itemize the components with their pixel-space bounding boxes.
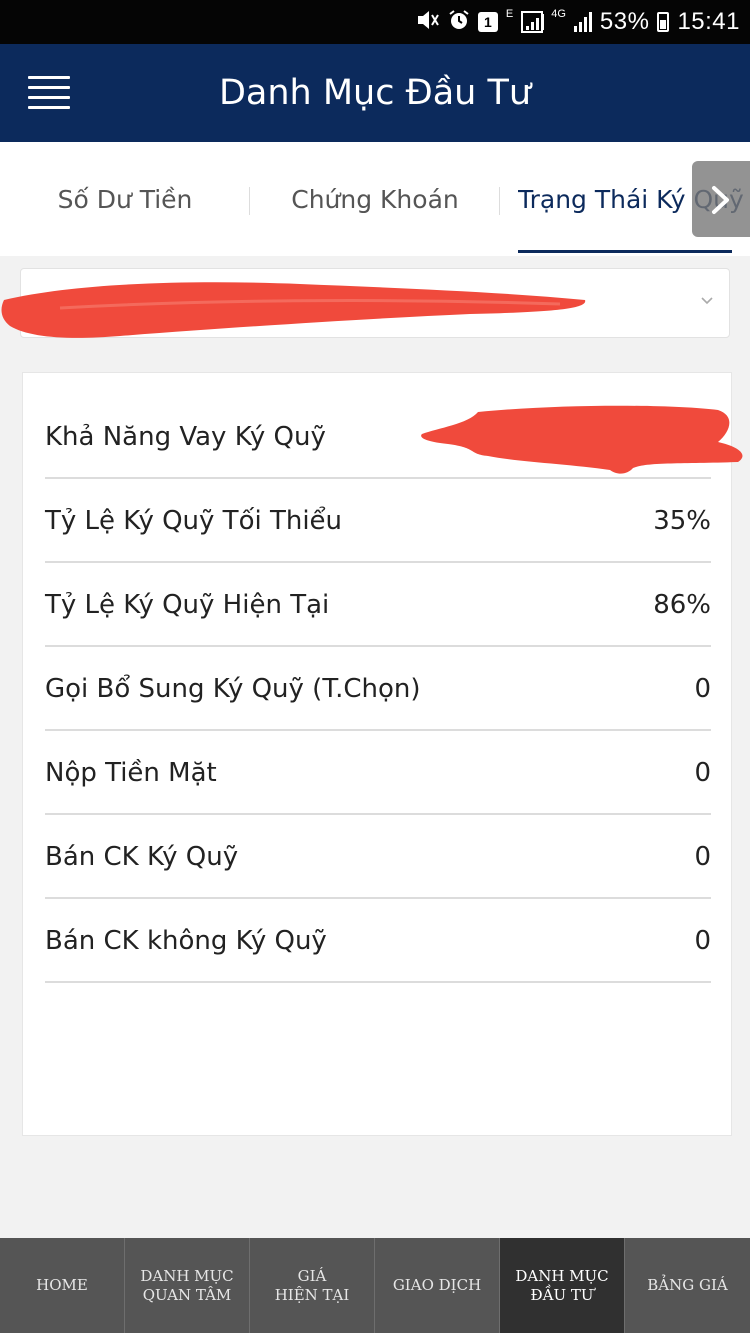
row-value: 35%: [653, 506, 711, 536]
row-label: Bán CK không Ký Quỹ: [45, 926, 327, 956]
redaction-mark: [1, 282, 586, 338]
nav-label: DANH MỤC: [140, 1266, 234, 1285]
nav-label: GIAO DỊCH: [392, 1276, 482, 1294]
row-value: 0: [694, 926, 711, 956]
signal-2-icon: [573, 12, 592, 32]
chevron-right-icon: [712, 186, 729, 214]
row-min-margin-ratio: Tỷ Lệ Ký Quỹ Tối Thiểu 35%: [45, 479, 711, 563]
nav-label: DANH MỤC: [515, 1266, 609, 1285]
clock-time: 15:41: [677, 8, 740, 35]
redaction-mark: [421, 405, 743, 474]
nav-home[interactable]: HOME: [0, 1238, 125, 1333]
row-label: Tỷ Lệ Ký Quỹ Hiện Tại: [45, 590, 330, 620]
nav-label: GIÁ: [297, 1266, 327, 1285]
row-label: Tỷ Lệ Ký Quỹ Tối Thiểu: [45, 506, 343, 536]
row-value: 0: [694, 758, 711, 788]
network-type-label: E: [505, 7, 514, 20]
nav-price-board[interactable]: BẢNG GIÁ: [625, 1238, 750, 1333]
row-margin-call: Gọi Bổ Sung Ký Quỹ (T.Chọn) 0: [45, 647, 711, 731]
row-sell-margin-securities: Bán CK Ký Quỹ 0: [45, 815, 711, 899]
nav-label: HIỆN TẠI: [274, 1285, 350, 1304]
alarm-icon: [448, 9, 470, 35]
row-label: Khả Năng Vay Ký Quỹ: [45, 422, 326, 452]
row-value: 0: [694, 674, 711, 704]
nav-label: BẢNG GIÁ: [647, 1276, 728, 1294]
row-sell-non-margin-securities: Bán CK không Ký Quỹ 0: [45, 899, 711, 983]
margin-status-card: Khả Năng Vay Ký Quỹ Tỷ Lệ Ký Quỹ Tối Thi…: [22, 372, 732, 1136]
signal-1-icon: [521, 11, 545, 33]
row-label: Bán CK Ký Quỹ: [45, 842, 239, 872]
page-title: Danh Mục Đầu Tư: [218, 73, 532, 113]
row-label: Nộp Tiền Mặt: [45, 758, 217, 788]
tab-securities[interactable]: Chứng Khoán: [250, 142, 500, 256]
nav-watchlist[interactable]: DANH MỤC QUAN TÂM: [125, 1238, 250, 1333]
battery-icon: [657, 12, 670, 32]
nav-portfolio[interactable]: DANH MỤC ĐẦU TƯ: [500, 1238, 625, 1333]
mute-icon: [416, 9, 440, 35]
tab-divider: [499, 187, 500, 215]
nav-label: QUAN TÂM: [142, 1285, 232, 1304]
active-tab-indicator: [518, 250, 732, 253]
nav-current-price[interactable]: GIÁ HIỆN TẠI: [250, 1238, 375, 1333]
lte-label: 4G: [551, 7, 566, 20]
row-value: 0: [694, 842, 711, 872]
tab-scroll-right-button[interactable]: [692, 161, 750, 237]
tab-bar: Số Dư Tiền Chứng Khoán Trạng Thái Ký Quỹ: [0, 142, 750, 256]
row-value: 86%: [653, 590, 711, 620]
nav-trading[interactable]: GIAO DỊCH: [375, 1238, 500, 1333]
tab-cash-balance[interactable]: Số Dư Tiền: [0, 142, 250, 256]
app-header: Danh Mục Đầu Tư: [0, 44, 750, 142]
nav-label: HOME: [36, 1276, 88, 1294]
row-cash-deposit: Nộp Tiền Mặt 0: [45, 731, 711, 815]
nav-label: ĐẦU TƯ: [530, 1285, 594, 1304]
sim-badge: 1: [477, 12, 498, 32]
row-label: Gọi Bổ Sung Ký Quỹ (T.Chọn): [45, 674, 421, 704]
bottom-nav: HOME DANH MỤC QUAN TÂM GIÁ HIỆN TẠI GIAO…: [0, 1238, 750, 1333]
status-bar: 1 E 4G 53% 15:41: [0, 0, 750, 44]
battery-percent: 53%: [599, 8, 650, 35]
row-current-margin-ratio: Tỷ Lệ Ký Quỹ Hiện Tại 86%: [45, 563, 711, 647]
status-icons: 1 E 4G 53% 15:41: [416, 0, 740, 44]
chevron-down-icon: [701, 297, 713, 305]
